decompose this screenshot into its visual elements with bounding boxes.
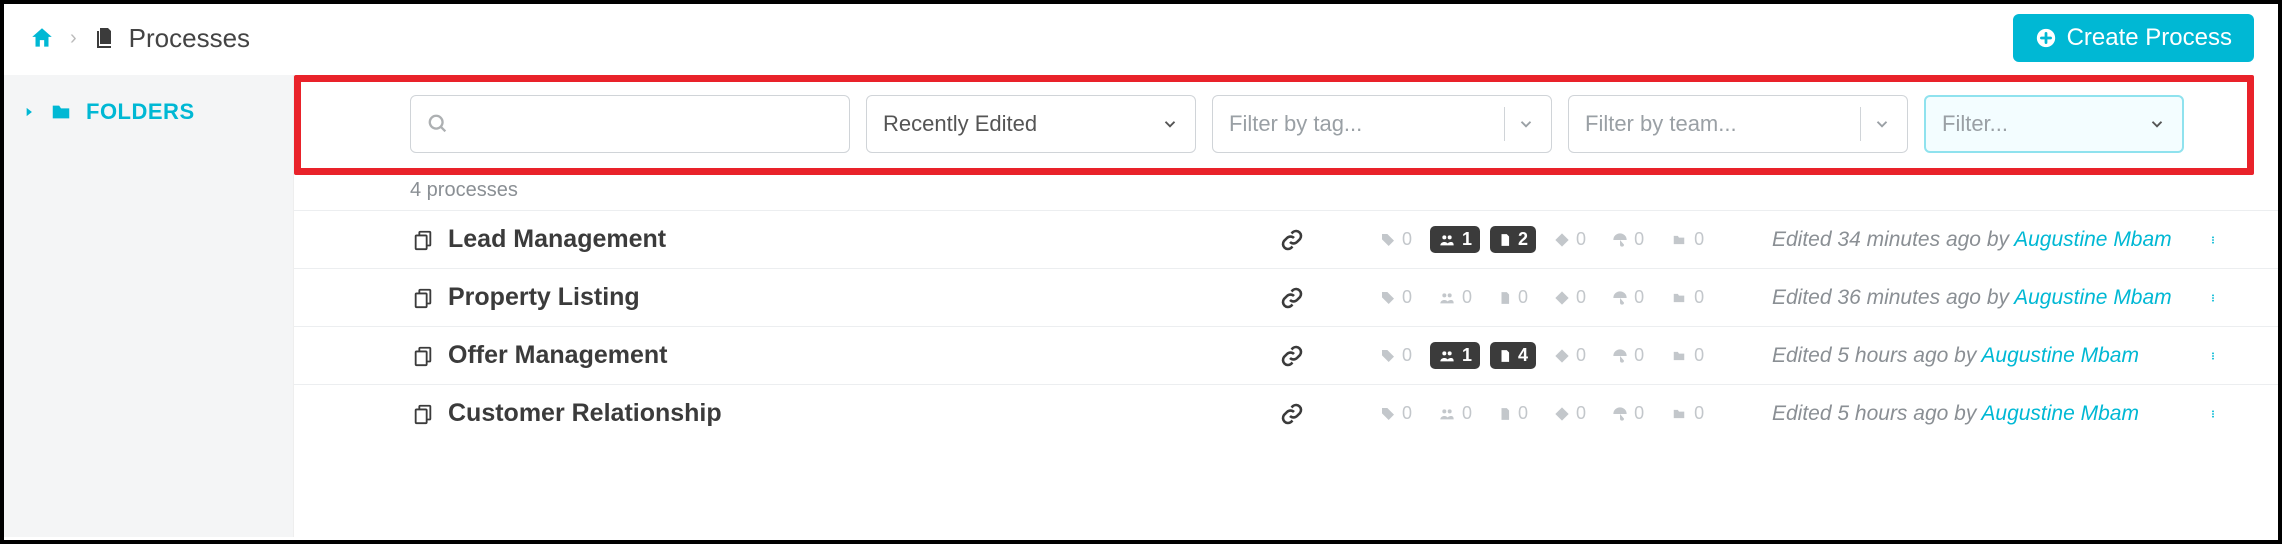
home-icon[interactable] <box>28 25 56 51</box>
chevron-right-icon: › <box>70 27 77 50</box>
people-count: 0 <box>1430 284 1480 311</box>
file-count: 4 <box>1490 342 1536 369</box>
create-process-button[interactable]: Create Process <box>2013 14 2254 62</box>
tag-count: 0 <box>1372 226 1420 253</box>
diamond-count: 0 <box>1546 284 1594 311</box>
umbrella-count: 0 <box>1604 342 1652 369</box>
people-count: 0 <box>1430 400 1480 427</box>
chevron-down-icon <box>1873 115 1891 133</box>
file-count: 2 <box>1490 226 1536 253</box>
link-icon[interactable] <box>1212 228 1372 252</box>
link-icon[interactable] <box>1212 344 1372 368</box>
process-title[interactable]: Property Listing <box>412 283 1212 312</box>
filter-by-team[interactable]: Filter by team... <box>1568 95 1908 153</box>
author-link[interactable]: Augustine Mbam <box>1981 344 2139 367</box>
copy-icon <box>412 344 434 368</box>
author-link[interactable]: Augustine Mbam <box>1981 402 2139 425</box>
edited-info: Edited 34 minutes ago by Augustine Mbam <box>1772 228 2188 252</box>
extra-placeholder: Filter... <box>1942 111 2008 137</box>
chevron-down-icon <box>1161 115 1179 133</box>
edited-info: Edited 5 hours ago by Augustine Mbam <box>1772 402 2188 426</box>
filter-extra[interactable]: Filter... <box>1924 95 2184 153</box>
page-title[interactable]: Processes <box>129 23 250 54</box>
author-link[interactable]: Augustine Mbam <box>2014 228 2172 251</box>
copy-icon <box>412 228 434 252</box>
filter-bar: Recently Edited Filter by tag... Filter … <box>294 75 2278 173</box>
sort-label: Recently Edited <box>883 111 1037 137</box>
copy-icon <box>412 286 434 310</box>
tag-count: 0 <box>1372 400 1420 427</box>
process-row: Customer Relationship 0 0 0 0 0 0 Edited… <box>294 384 2278 442</box>
author-link[interactable]: Augustine Mbam <box>2014 286 2172 309</box>
umbrella-count: 0 <box>1604 226 1652 253</box>
process-stats: 0 0 0 0 0 0 <box>1372 400 1772 427</box>
process-title[interactable]: Offer Management <box>412 341 1212 370</box>
process-stats: 0 1 2 0 0 0 <box>1372 226 1772 253</box>
search-field[interactable] <box>463 111 833 137</box>
process-row: Lead Management 0 1 2 0 0 0 Edited 34 mi… <box>294 210 2278 268</box>
link-icon[interactable] <box>1212 402 1372 426</box>
filter-by-tag[interactable]: Filter by tag... <box>1212 95 1552 153</box>
diamond-count: 0 <box>1546 226 1594 253</box>
diamond-count: 0 <box>1546 400 1594 427</box>
people-count: 1 <box>1430 226 1480 253</box>
sidebar: FOLDERS <box>4 75 294 537</box>
row-menu-button[interactable] <box>2188 227 2238 253</box>
process-count: 4 processes <box>294 173 2278 210</box>
sidebar-folders[interactable]: FOLDERS <box>22 99 275 125</box>
umbrella-count: 0 <box>1604 284 1652 311</box>
process-title[interactable]: Customer Relationship <box>412 399 1212 428</box>
breadcrumb: › Processes <box>28 23 250 54</box>
create-process-label: Create Process <box>2067 24 2232 52</box>
umbrella-count: 0 <box>1604 400 1652 427</box>
process-row: Property Listing 0 0 0 0 0 0 Edited 36 m… <box>294 268 2278 326</box>
team-placeholder: Filter by team... <box>1585 111 1737 137</box>
copy-icon[interactable] <box>91 25 115 51</box>
sidebar-folders-label: FOLDERS <box>86 99 195 125</box>
file-count: 0 <box>1490 400 1536 427</box>
people-count: 1 <box>1430 342 1480 369</box>
sort-select[interactable]: Recently Edited <box>866 95 1196 153</box>
process-row: Offer Management 0 1 4 0 0 0 Edited 5 ho… <box>294 326 2278 384</box>
folder-count: 0 <box>1662 226 1712 253</box>
chevron-down-icon <box>2148 115 2166 133</box>
folder-count: 0 <box>1662 400 1712 427</box>
process-stats: 0 0 0 0 0 0 <box>1372 284 1772 311</box>
row-menu-button[interactable] <box>2188 343 2238 369</box>
diamond-count: 0 <box>1546 342 1594 369</box>
tag-count: 0 <box>1372 284 1420 311</box>
file-count: 0 <box>1490 284 1536 311</box>
link-icon[interactable] <box>1212 286 1372 310</box>
row-menu-button[interactable] <box>2188 285 2238 311</box>
copy-icon <box>412 402 434 426</box>
edited-info: Edited 5 hours ago by Augustine Mbam <box>1772 344 2188 368</box>
folder-count: 0 <box>1662 342 1712 369</box>
folder-count: 0 <box>1662 284 1712 311</box>
row-menu-button[interactable] <box>2188 401 2238 427</box>
tag-count: 0 <box>1372 342 1420 369</box>
tag-placeholder: Filter by tag... <box>1229 111 1362 137</box>
process-title[interactable]: Lead Management <box>412 225 1212 254</box>
process-stats: 0 1 4 0 0 0 <box>1372 342 1772 369</box>
chevron-down-icon <box>1517 115 1535 133</box>
edited-info: Edited 36 minutes ago by Augustine Mbam <box>1772 286 2188 310</box>
search-input[interactable] <box>410 95 850 153</box>
